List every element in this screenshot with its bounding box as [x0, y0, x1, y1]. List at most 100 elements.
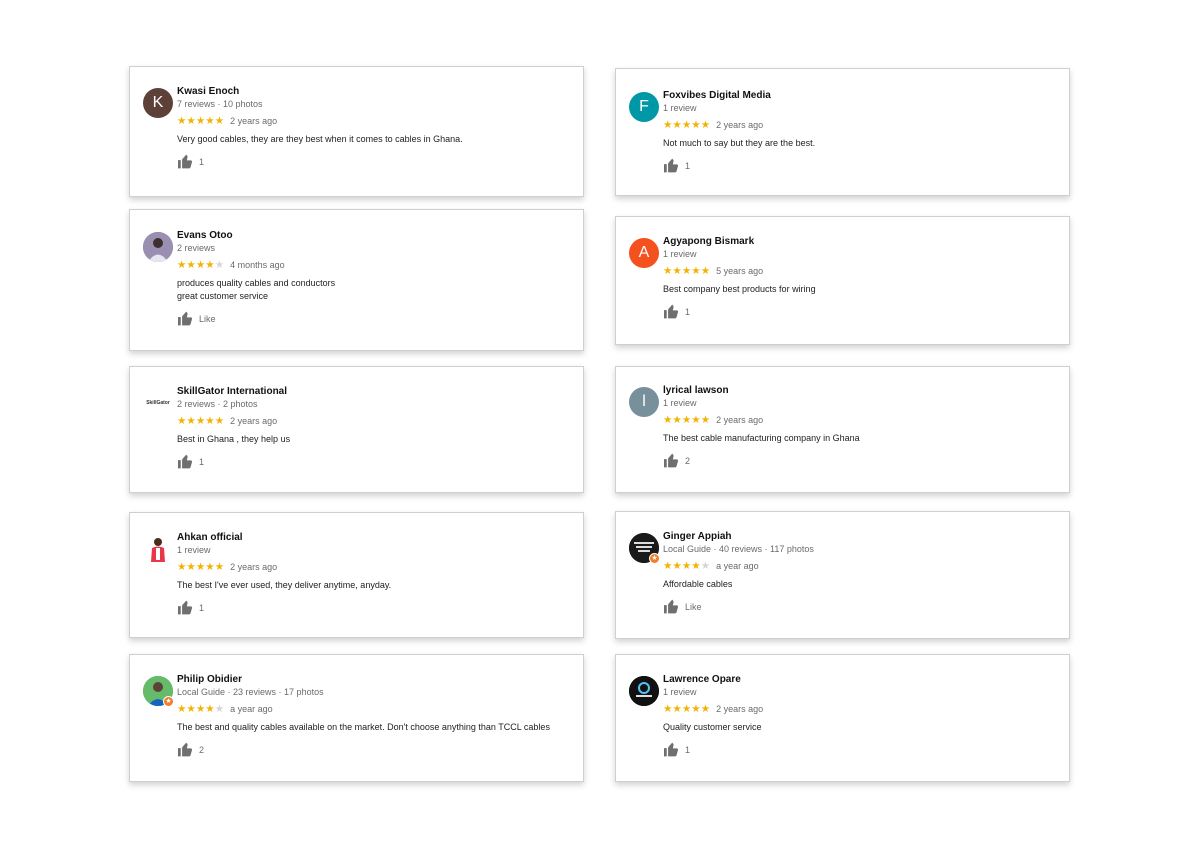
review-date: 2 years ago: [230, 116, 278, 126]
avatar[interactable]: A: [629, 238, 659, 268]
avatar[interactable]: [143, 534, 173, 564]
review-text: Very good cables, they are they best whe…: [177, 133, 573, 146]
star-empty-icon: ★: [214, 703, 225, 715]
review-body: Kwasi Enoch 7 reviews · 10 photos ★★★★★ 2 y…: [177, 86, 573, 169]
star-filled-icon: ★: [195, 703, 206, 715]
like-button[interactable]: 1: [663, 304, 1059, 319]
avatar-container[interactable]: ★: [143, 676, 174, 707]
star-filled-icon: ★: [691, 119, 701, 131]
star-filled-icon: ★: [214, 561, 225, 573]
like-button[interactable]: 1: [663, 158, 1059, 173]
reviewer-name[interactable]: Evans Otoo: [177, 230, 573, 242]
avatar[interactable]: F: [629, 92, 659, 122]
review-body: lyrical lawson 1 review ★★★★★ 2 years ago Th…: [663, 385, 1059, 468]
star-filled-icon: ★: [186, 703, 196, 715]
like-button[interactable]: 1: [177, 154, 573, 169]
like-count: Like: [685, 601, 702, 612]
reviewer-name[interactable]: lyrical lawson: [663, 385, 1059, 397]
review-text-line: Not much to say but they are the best.: [663, 138, 816, 148]
reviewer-meta: 1 review: [663, 398, 697, 408]
star-filled-icon: ★: [205, 561, 215, 573]
avatar-container[interactable]: [629, 676, 659, 706]
review-date: 2 years ago: [230, 562, 278, 572]
star-filled-icon: ★: [177, 561, 187, 573]
star-rating: ★★★★★: [177, 703, 224, 715]
thumbs-up-icon: [178, 600, 193, 615]
avatar-container[interactable]: A: [629, 238, 659, 268]
avatar-container[interactable]: l: [629, 387, 659, 417]
reviewer-name[interactable]: Ahkan official: [177, 532, 573, 544]
avatar-container[interactable]: [143, 232, 173, 262]
star-filled-icon: ★: [186, 115, 196, 127]
person-photo-icon: [151, 538, 165, 562]
thumbs-up-icon: [664, 599, 679, 614]
review-body: SkillGator International 2 reviews · 2 ph…: [177, 386, 573, 469]
reviewer-name[interactable]: Foxvibes Digital Media: [663, 90, 1059, 102]
avatar-container[interactable]: ★: [629, 533, 660, 564]
like-button[interactable]: 2: [177, 742, 573, 757]
avatar[interactable]: l: [629, 387, 659, 417]
star-filled-icon: ★: [681, 119, 692, 131]
reviewer-name[interactable]: Lawrence Opare: [663, 674, 1059, 686]
star-rating: ★★★★★: [663, 414, 710, 426]
star-filled-icon: ★: [691, 703, 701, 715]
like-button[interactable]: 1: [177, 600, 573, 615]
avatar[interactable]: [629, 676, 659, 706]
review-body: Ginger Appiah Local Guide · 40 reviews · …: [663, 531, 1059, 614]
star-filled-icon: ★: [672, 414, 682, 426]
star-filled-icon: ★: [663, 265, 673, 277]
review-date: 2 years ago: [230, 416, 278, 426]
review-body: Foxvibes Digital Media 1 review ★★★★★ 2 yea…: [663, 90, 1059, 173]
avatar-container[interactable]: [143, 534, 173, 564]
star-filled-icon: ★: [681, 265, 692, 277]
star-filled-icon: ★: [195, 115, 206, 127]
like-button[interactable]: 2: [663, 453, 1059, 468]
reviewer-meta: 1 review: [663, 103, 697, 113]
review-text-line: Best company best products for wiring: [663, 284, 816, 294]
local-guide-badge-icon: ★: [649, 553, 660, 564]
review-date: a year ago: [230, 704, 273, 714]
avatar[interactable]: K: [143, 88, 173, 118]
reviewer-name[interactable]: Ginger Appiah: [663, 531, 1059, 543]
like-button[interactable]: 1: [177, 454, 573, 469]
reviewer-name[interactable]: Kwasi Enoch: [177, 86, 573, 98]
local-guide-badge-icon: ★: [163, 696, 174, 707]
like-count: 1: [199, 156, 205, 167]
review-body: Lawrence Opare 1 review ★★★★★ 2 years ago Qu…: [663, 674, 1059, 757]
thumbs-up-icon: [664, 304, 679, 319]
like-count: 1: [685, 306, 691, 317]
reviewer-meta: Local Guide · 40 reviews · 117 photos: [663, 544, 814, 554]
reviewer-name[interactable]: Agyapong Bismark: [663, 236, 1059, 248]
thumbs-up-icon: [664, 158, 679, 173]
avatar-container[interactable]: SkillGator: [143, 388, 173, 418]
review-text: Best in Ghana , they help us: [177, 433, 573, 446]
thumbs-up-icon: [178, 154, 193, 169]
star-filled-icon: ★: [663, 560, 673, 572]
star-filled-icon: ★: [672, 119, 682, 131]
star-filled-icon: ★: [691, 560, 701, 572]
review-text-line: Affordable cables: [663, 579, 733, 589]
reviewer-meta: 7 reviews · 10 photos: [177, 99, 263, 109]
like-button[interactable]: Like: [663, 599, 1059, 614]
star-filled-icon: ★: [681, 703, 692, 715]
avatar[interactable]: [143, 232, 173, 262]
reviewer-meta: Local Guide · 23 reviews · 17 photos: [177, 687, 324, 697]
thumbs-up-icon: [178, 742, 193, 757]
review-text-line: The best and quality cables available on…: [177, 722, 550, 732]
review-text: The best I've ever used, they deliver an…: [177, 579, 573, 592]
like-button[interactable]: Like: [177, 311, 573, 326]
review-card: Evans Otoo 2 reviews ★★★★★ 4 months ago prod…: [129, 209, 584, 351]
reviewer-name[interactable]: Philip Obidier: [177, 674, 573, 686]
star-filled-icon: ★: [700, 119, 711, 131]
star-filled-icon: ★: [205, 415, 215, 427]
review-text-line: The best cable manufacturing company in …: [663, 433, 860, 443]
star-rating: ★★★★★: [663, 560, 710, 572]
like-button[interactable]: 1: [663, 742, 1059, 757]
review-body: Ahkan official 1 review ★★★★★ 2 years ago Th…: [177, 532, 573, 615]
avatar-container[interactable]: K: [143, 88, 173, 118]
review-text: Not much to say but they are the best.: [663, 137, 1059, 150]
avatar[interactable]: SkillGator: [143, 388, 173, 418]
avatar-container[interactable]: F: [629, 92, 659, 122]
reviewer-meta: 2 reviews: [177, 243, 216, 253]
reviewer-name[interactable]: SkillGator International: [177, 386, 573, 398]
